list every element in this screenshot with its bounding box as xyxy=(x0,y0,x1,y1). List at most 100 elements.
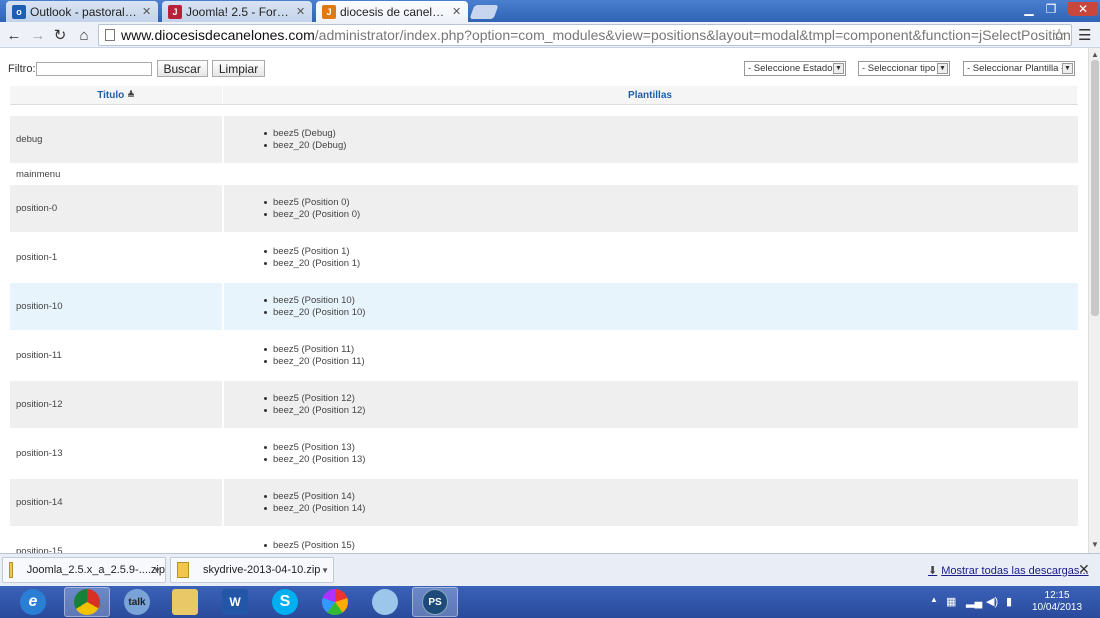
taskbar-talk[interactable]: talk xyxy=(114,587,160,617)
back-icon[interactable]: ← xyxy=(4,25,24,45)
template-list-item: beez5 (Debug) xyxy=(264,128,336,140)
address-bar[interactable]: www.diocesisdecanelones.com/administrato… xyxy=(98,24,1072,46)
template-list-item: beez5 (Position 1) xyxy=(264,246,350,258)
position-title-link[interactable]: position-13 xyxy=(10,430,222,477)
network-tray-icon[interactable]: ▦ xyxy=(946,595,956,608)
template-list-item: beez_20 (Position 12) xyxy=(264,405,365,417)
close-icon[interactable]: ✕ xyxy=(452,5,462,18)
templates-cell: beez5 (Position 0) beez_20 (Position 0) xyxy=(224,185,1078,232)
joomla-icon: J xyxy=(168,4,182,19)
taskbar-photoshop[interactable]: PS xyxy=(412,587,458,617)
outlook-icon: o xyxy=(12,4,26,19)
minimize-icon[interactable]: ▁ xyxy=(1018,2,1040,16)
template-list-item: beez5 (Position 0) xyxy=(264,197,350,209)
tab-joomla-forum[interactable]: J Joomla! 2.5 - Foro Joomla! ✕ xyxy=(162,1,312,22)
photoshop-icon: PS xyxy=(422,589,448,615)
column-header-templates[interactable]: Plantillas xyxy=(223,86,1078,104)
close-icon[interactable]: ✕ xyxy=(142,5,152,18)
templates-cell: beez5 (Position 10) beez_20 (Position 10) xyxy=(224,283,1078,330)
taskbar-picasa[interactable] xyxy=(312,587,358,617)
download-icon: ⬇ xyxy=(928,565,938,577)
state-select-value: - Seleccione Estado - xyxy=(748,63,839,74)
paint-icon xyxy=(372,589,398,615)
download-item[interactable]: Joomla_2.5.x_a_2.5.9-....zip ▼ xyxy=(2,557,166,583)
clock-date: 10/04/2013 xyxy=(1032,602,1083,613)
table-row: position-10 beez5 (Position 10) beez_20 (P… xyxy=(10,283,1078,330)
start-button[interactable]: e xyxy=(10,587,56,617)
download-filename: skydrive-2013-04-10.zip xyxy=(203,564,321,576)
template-list-item: beez5 (Position 10) xyxy=(264,295,355,307)
taskbar-word[interactable]: W xyxy=(212,587,258,617)
templates-cell: beez5 (Position 13) beez_20 (Position 13) xyxy=(224,430,1078,477)
bookmark-star-icon[interactable]: ☆ xyxy=(1052,25,1066,45)
forward-icon[interactable]: → xyxy=(28,25,48,45)
scrollbar-thumb[interactable] xyxy=(1091,60,1099,316)
type-select[interactable]: - Seleccionar tipo - ▼ xyxy=(858,61,950,76)
volume-tray-icon[interactable]: ◀) xyxy=(986,595,998,608)
filter-input[interactable] xyxy=(35,61,152,76)
position-title-link[interactable]: position-1 xyxy=(10,234,222,281)
browser-toolbar: ← → ↻ ⌂ www.diocesisdecanelones.com/admi… xyxy=(0,22,1100,48)
talk-icon: talk xyxy=(124,589,150,615)
download-item[interactable]: skydrive-2013-04-10.zip ▼ xyxy=(170,557,334,583)
column-header-title[interactable]: Titulo ≜ xyxy=(10,86,223,104)
position-title-link[interactable]: position-15 xyxy=(10,528,222,553)
tab-label: Joomla! 2.5 - Foro Joomla! xyxy=(186,4,292,19)
zip-file-icon xyxy=(9,562,13,578)
power-tray-icon[interactable]: ▮ xyxy=(1006,595,1012,608)
position-title-link[interactable]: position-12 xyxy=(10,381,222,428)
close-window-icon[interactable]: ✕ xyxy=(1068,2,1098,16)
system-clock[interactable]: 12:15 10/04/2013 xyxy=(1032,590,1082,614)
tab-diocesis[interactable]: J diocesis de canelones - Ad ✕ xyxy=(316,1,468,22)
template-select-value: - Seleccionar Plantilla - xyxy=(967,63,1065,74)
template-list-item: beez_20 (Position 13) xyxy=(264,454,365,466)
type-select-value: - Seleccionar tipo - xyxy=(862,63,942,74)
show-hidden-icons-icon[interactable]: ▲ xyxy=(930,595,938,604)
clear-button[interactable]: Limpiar xyxy=(211,60,266,77)
tab-outlook[interactable]: o Outlook - pastoralmisione ✕ xyxy=(6,1,158,22)
sort-icon: ≜ xyxy=(127,89,135,100)
templates-cell: beez5 (Position 14) beez_20 (Position 14) xyxy=(224,479,1078,526)
position-title-link[interactable]: position-11 xyxy=(10,332,222,379)
menu-icon[interactable]: ☰ xyxy=(1078,26,1091,44)
table-row: position-1 beez5 (Position 1) beez_20 (Pos… xyxy=(10,234,1078,281)
scroll-up-icon[interactable]: ▲ xyxy=(1091,50,1099,59)
taskbar-paint[interactable] xyxy=(362,587,408,617)
position-title-link[interactable]: mainmenu xyxy=(10,165,222,183)
chevron-down-icon: ▼ xyxy=(937,63,948,74)
download-shelf: Joomla_2.5.x_a_2.5.9-....zip ▼ skydrive-… xyxy=(0,553,1100,586)
taskbar-chrome[interactable] xyxy=(64,587,110,617)
table-row: position-15beez5 (Position 15)beez_20 (P… xyxy=(10,528,1078,553)
home-icon[interactable]: ⌂ xyxy=(74,25,94,45)
column-header-templates-label: Plantillas xyxy=(628,89,672,101)
vertical-scrollbar[interactable]: ▲ ▼ xyxy=(1088,48,1100,553)
chevron-down-icon[interactable]: ▼ xyxy=(321,566,329,575)
positions-table: debug beez5 (Debug) beez_20 (Debug) mainmen… xyxy=(10,116,1078,553)
table-row: mainmenu xyxy=(10,165,1078,183)
maximize-icon[interactable]: ❐ xyxy=(1040,2,1062,16)
position-title-link[interactable]: position-14 xyxy=(10,479,222,526)
new-tab-button[interactable] xyxy=(469,5,499,19)
table-row: debug beez5 (Debug) beez_20 (Debug) xyxy=(10,116,1078,163)
state-select[interactable]: - Seleccione Estado - ▼ xyxy=(744,61,846,76)
position-title-link[interactable]: position-10 xyxy=(10,283,222,330)
clock-time: 12:15 xyxy=(1044,590,1070,601)
chevron-down-icon[interactable]: ▼ xyxy=(153,566,161,575)
show-all-downloads-link[interactable]: ⬇ Mostrar todas las descargas... xyxy=(928,564,1089,578)
taskbar-skype[interactable]: S xyxy=(262,587,308,617)
close-icon[interactable]: ✕ xyxy=(296,5,306,18)
close-shelf-icon[interactable]: ✕ xyxy=(1078,561,1090,578)
scroll-down-icon[interactable]: ▼ xyxy=(1091,540,1099,549)
position-title-link[interactable]: debug xyxy=(10,116,222,163)
template-list-item: beez_20 (Position 0) xyxy=(264,209,360,221)
template-list-item: beez_20 (Position 11) xyxy=(264,356,365,368)
signal-tray-icon[interactable]: ▂▄ xyxy=(966,595,982,608)
url-path: /administrator/index.php?option=com_modu… xyxy=(314,27,1071,43)
table-header: Titulo ≜ Plantillas xyxy=(10,86,1078,105)
reload-icon[interactable]: ↻ xyxy=(50,25,70,45)
taskbar-explorer[interactable] xyxy=(162,587,208,617)
position-title-link[interactable]: position-0 xyxy=(10,185,222,232)
skype-icon: S xyxy=(272,589,298,615)
search-button[interactable]: Buscar xyxy=(156,60,208,77)
template-select[interactable]: - Seleccionar Plantilla - ▼ xyxy=(963,61,1075,76)
